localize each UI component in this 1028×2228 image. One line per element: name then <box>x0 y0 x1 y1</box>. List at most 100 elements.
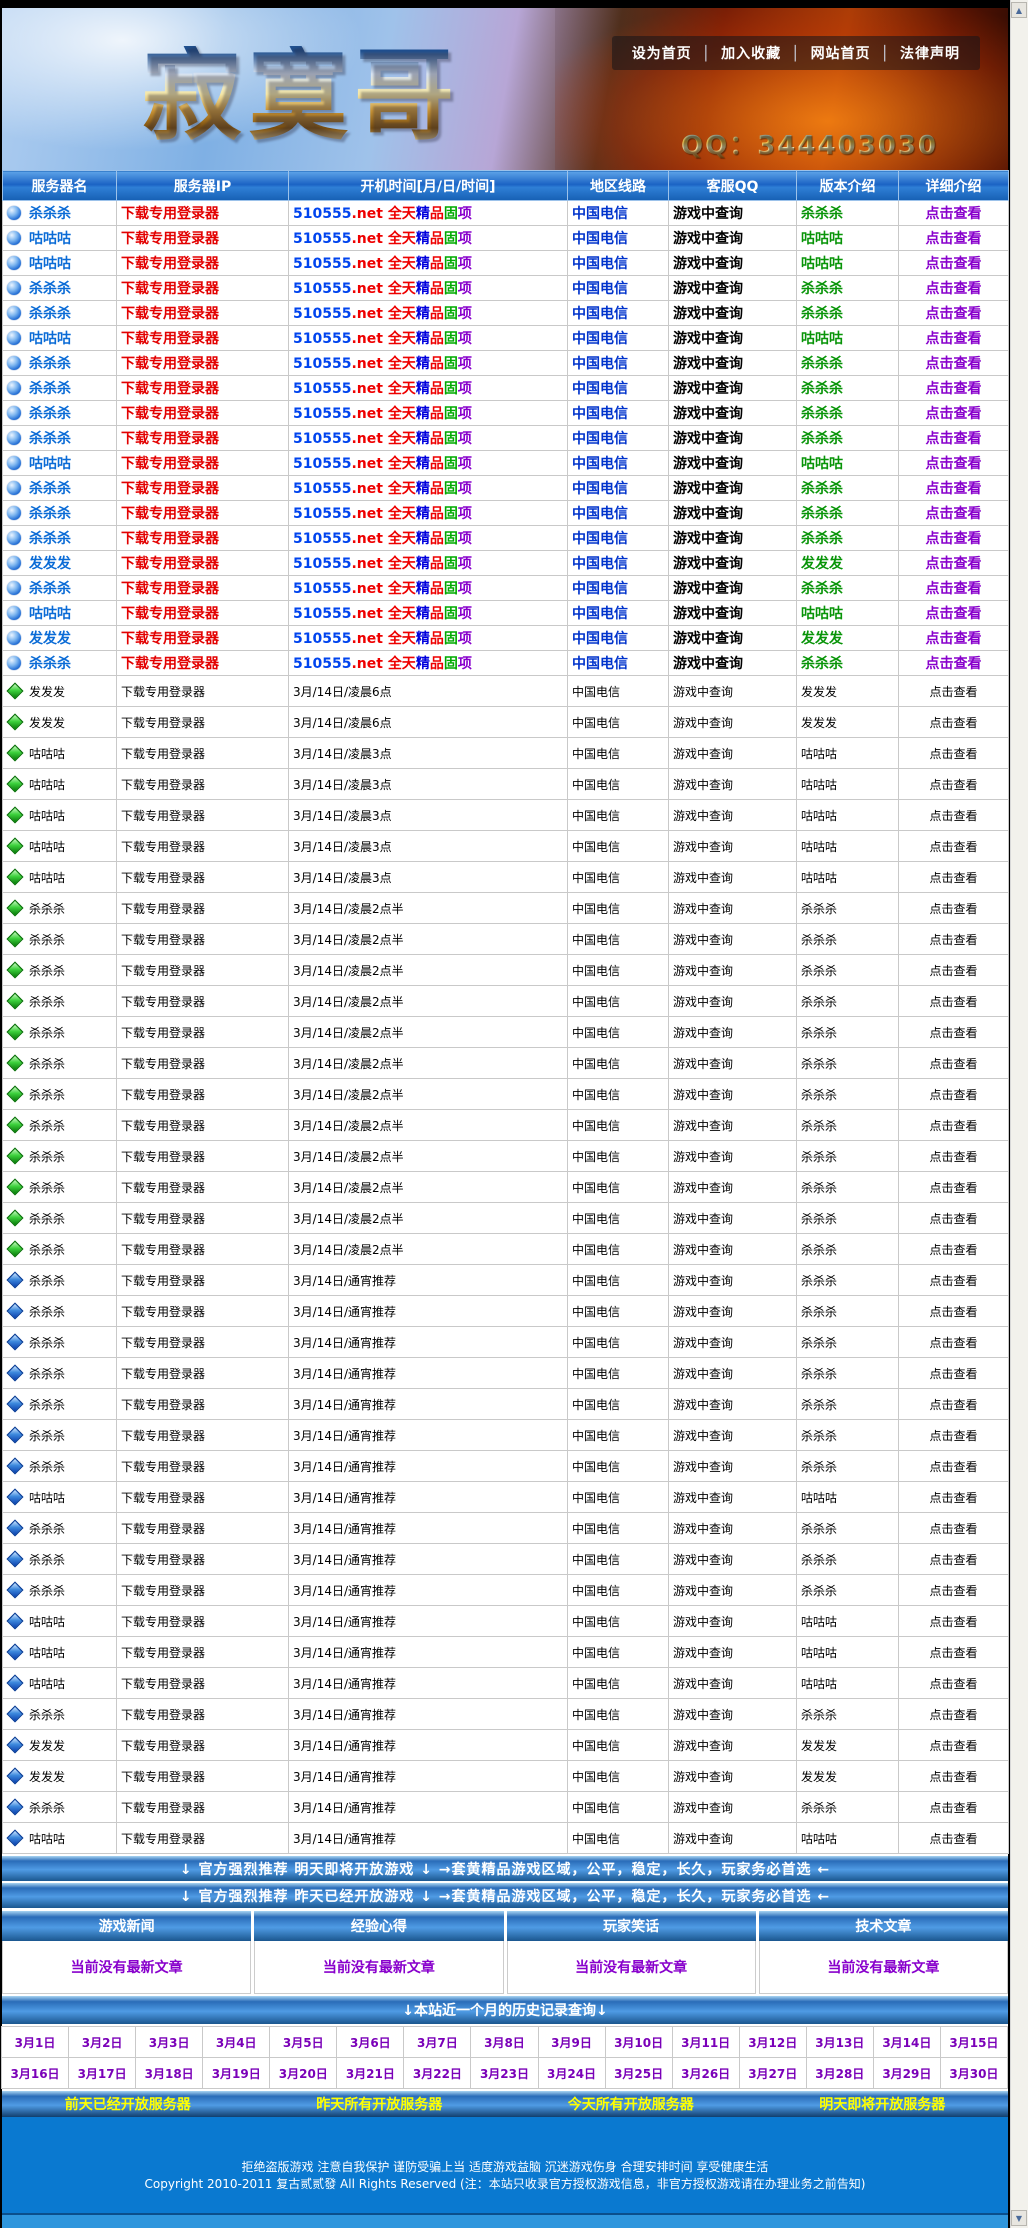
detail-link[interactable]: 点击查看 <box>899 1327 1009 1358</box>
calendar-day-link[interactable]: 3月17日 <box>68 2057 136 2089</box>
detail-link[interactable]: 点击查看 <box>899 1172 1009 1203</box>
calendar-day-link[interactable]: 3月4日 <box>202 2026 270 2058</box>
calendar-day-link[interactable]: 3月21日 <box>336 2057 404 2089</box>
server-name-link[interactable]: 杀杀杀 <box>29 1210 65 1227</box>
calendar-day-link[interactable]: 3月13日 <box>806 2026 874 2058</box>
detail-link[interactable]: 点击查看 <box>899 1265 1009 1296</box>
detail-link[interactable]: 点击查看 <box>899 955 1009 986</box>
browser-scrollbar[interactable]: ▲ ▼ <box>1010 0 1028 2228</box>
detail-link[interactable]: 点击查看 <box>899 1575 1009 1606</box>
server-name-link[interactable]: 杀杀杀 <box>29 478 71 498</box>
detail-link[interactable]: 点击查看 <box>899 251 1009 276</box>
server-name-link[interactable]: 杀杀杀 <box>29 962 65 979</box>
server-name-link[interactable]: 杀杀杀 <box>29 578 71 598</box>
calendar-day-link[interactable]: 3月2日 <box>68 2026 136 2058</box>
nav-link[interactable]: 法律声明 <box>894 46 966 62</box>
detail-link[interactable]: 点击查看 <box>899 1544 1009 1575</box>
detail-link[interactable]: 点击查看 <box>899 1110 1009 1141</box>
server-name-link[interactable]: 杀杀杀 <box>29 1334 65 1351</box>
server-name-link[interactable]: 咕咕咕 <box>29 228 71 248</box>
server-name-link[interactable]: 杀杀杀 <box>29 1272 65 1289</box>
server-name-link[interactable]: 杀杀杀 <box>29 653 71 673</box>
server-name-link[interactable]: 杀杀杀 <box>29 203 71 223</box>
server-name-link[interactable]: 发发发 <box>29 1768 65 1785</box>
server-name-link[interactable]: 杀杀杀 <box>29 1582 65 1599</box>
server-name-link[interactable]: 发发发 <box>29 683 65 700</box>
server-name-link[interactable]: 杀杀杀 <box>29 900 65 917</box>
calendar-day-link[interactable]: 3月9日 <box>538 2026 606 2058</box>
detail-link[interactable]: 点击查看 <box>899 476 1009 501</box>
detail-link[interactable]: 点击查看 <box>899 1141 1009 1172</box>
detail-link[interactable]: 点击查看 <box>899 1482 1009 1513</box>
nav-link[interactable]: 设为首页 <box>626 46 698 62</box>
detail-link[interactable]: 点击查看 <box>899 924 1009 955</box>
detail-link[interactable]: 点击查看 <box>899 1699 1009 1730</box>
detail-link[interactable]: 点击查看 <box>899 1637 1009 1668</box>
server-name-link[interactable]: 咕咕咕 <box>29 603 71 623</box>
server-name-link[interactable]: 杀杀杀 <box>29 1520 65 1537</box>
detail-link[interactable]: 点击查看 <box>899 1296 1009 1327</box>
detail-link[interactable]: 点击查看 <box>899 707 1009 738</box>
detail-link[interactable]: 点击查看 <box>899 1606 1009 1637</box>
server-name-link[interactable]: 杀杀杀 <box>29 1365 65 1382</box>
detail-link[interactable]: 点击查看 <box>899 226 1009 251</box>
server-name-link[interactable]: 咕咕咕 <box>29 453 71 473</box>
server-name-link[interactable]: 发发发 <box>29 553 71 573</box>
server-name-link[interactable]: 咕咕咕 <box>29 745 65 762</box>
server-name-link[interactable]: 杀杀杀 <box>29 1086 65 1103</box>
server-name-link[interactable]: 发发发 <box>29 1737 65 1754</box>
calendar-day-link[interactable]: 3月6日 <box>336 2026 404 2058</box>
server-name-link[interactable]: 咕咕咕 <box>29 838 65 855</box>
server-name-link[interactable]: 杀杀杀 <box>29 1303 65 1320</box>
calendar-day-link[interactable]: 3月22日 <box>403 2057 471 2089</box>
quick-link[interactable]: 明天即将开放服务器 <box>819 2094 945 2114</box>
detail-link[interactable]: 点击查看 <box>899 351 1009 376</box>
calendar-day-link[interactable]: 3月30日 <box>940 2057 1008 2089</box>
detail-link[interactable]: 点击查看 <box>899 626 1009 651</box>
server-name-link[interactable]: 咕咕咕 <box>29 1644 65 1661</box>
detail-link[interactable]: 点击查看 <box>899 893 1009 924</box>
scrollbar-up-icon[interactable]: ▲ <box>1011 2 1027 18</box>
calendar-day-link[interactable]: 3月15日 <box>940 2026 1008 2058</box>
detail-link[interactable]: 点击查看 <box>899 1451 1009 1482</box>
server-name-link[interactable]: 咕咕咕 <box>29 807 65 824</box>
detail-link[interactable]: 点击查看 <box>899 1389 1009 1420</box>
server-name-link[interactable]: 咕咕咕 <box>29 1489 65 1506</box>
detail-link[interactable]: 点击查看 <box>899 1761 1009 1792</box>
detail-link[interactable]: 点击查看 <box>899 326 1009 351</box>
detail-link[interactable]: 点击查看 <box>899 551 1009 576</box>
calendar-day-link[interactable]: 3月18日 <box>135 2057 203 2089</box>
calendar-day-link[interactable]: 3月27日 <box>739 2057 807 2089</box>
calendar-day-link[interactable]: 3月20日 <box>269 2057 337 2089</box>
server-name-link[interactable]: 杀杀杀 <box>29 278 71 298</box>
server-name-link[interactable]: 杀杀杀 <box>29 428 71 448</box>
nav-link[interactable]: 加入收藏 <box>715 46 787 62</box>
detail-link[interactable]: 点击查看 <box>899 1079 1009 1110</box>
server-name-link[interactable]: 咕咕咕 <box>29 328 71 348</box>
detail-link[interactable]: 点击查看 <box>899 1203 1009 1234</box>
detail-link[interactable]: 点击查看 <box>899 1420 1009 1451</box>
detail-link[interactable]: 点击查看 <box>899 1234 1009 1265</box>
calendar-day-link[interactable]: 3月23日 <box>470 2057 538 2089</box>
server-name-link[interactable]: 杀杀杀 <box>29 1427 65 1444</box>
server-name-link[interactable]: 杀杀杀 <box>29 353 71 373</box>
server-name-link[interactable]: 咕咕咕 <box>29 1675 65 1692</box>
detail-link[interactable]: 点击查看 <box>899 376 1009 401</box>
server-name-link[interactable]: 杀杀杀 <box>29 1055 65 1072</box>
server-name-link[interactable]: 杀杀杀 <box>29 403 71 423</box>
server-name-link[interactable]: 咕咕咕 <box>29 1830 65 1847</box>
detail-link[interactable]: 点击查看 <box>899 301 1009 326</box>
calendar-day-link[interactable]: 3月19日 <box>202 2057 270 2089</box>
detail-link[interactable]: 点击查看 <box>899 576 1009 601</box>
server-name-link[interactable]: 咕咕咕 <box>29 869 65 886</box>
notice-bar-yesterday[interactable]: ↓ 官方强烈推荐 昨天已经开放游戏 ↓ →套黄精品游戏区域，公平，稳定，长久，玩… <box>2 1883 1008 1908</box>
calendar-day-link[interactable]: 3月28日 <box>806 2057 874 2089</box>
server-name-link[interactable]: 杀杀杀 <box>29 503 71 523</box>
detail-link[interactable]: 点击查看 <box>899 800 1009 831</box>
detail-link[interactable]: 点击查看 <box>899 276 1009 301</box>
detail-link[interactable]: 点击查看 <box>899 738 1009 769</box>
nav-link[interactable]: 网站首页 <box>805 46 877 62</box>
detail-link[interactable]: 点击查看 <box>899 676 1009 707</box>
notice-bar-tomorrow[interactable]: ↓ 官方强烈推荐 明天即将开放游戏 ↓ →套黄精品游戏区域，公平，稳定，长久，玩… <box>2 1856 1008 1881</box>
calendar-day-link[interactable]: 3月25日 <box>605 2057 673 2089</box>
